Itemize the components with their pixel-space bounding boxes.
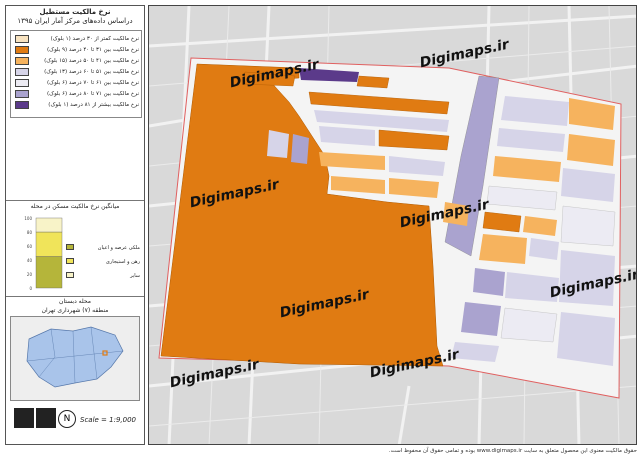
legend-panel: نرخ مالکیت مستطیل دراساس داده‌های مرکز آ… [5,5,145,445]
y-tick-label: 20 [27,272,33,277]
legend-swatch [15,35,29,43]
y-tick-label: 40 [27,258,33,263]
chart-legend-swatch [66,244,74,250]
map-frame[interactable]: Digimaps.ir Digimaps.ir Digimaps.ir Digi… [148,5,637,445]
north-arrow-icon: N [58,410,76,428]
map-subtitle: دراساس داده‌های مرکز آمار ایران ۱۳۹۵ [17,17,133,25]
tehran-inset [26,326,124,388]
divider [6,296,144,297]
ownership-block[interactable] [356,75,390,89]
ownership-block[interactable] [557,312,615,366]
y-tick-label: 0 [29,286,32,291]
chart-legend-label: سایر [130,273,140,279]
legend-label: نرخ مالکیت بین ۴۱ تا ۵۰ درصد (۱۵ بلوک) [44,58,139,64]
chart-legend-swatch [66,272,74,278]
divider [6,200,144,201]
qr-code [14,408,34,428]
ownership-block[interactable] [500,307,558,343]
ownership-chart: 0 20 40 60 80 100 [24,216,63,291]
bar-segment [35,256,63,289]
legend-item: نرخ مالکیت بین ۵۱ تا ۶۰ درصد (۱۳ بلوک) [15,68,139,77]
place-name: محله دبستان [59,298,91,305]
legend-item: نرخ مالکیت بین ۳۱ تا ۴۰ درصد (۹ بلوک) [15,46,139,55]
legend-swatch [15,101,29,109]
chart-legend-label: رهن و استیجاری [105,259,140,265]
legend-item: نرخ مالکیت کمتر از ۳۰ درصد (۱ بلوک) [15,35,139,44]
legend-label: نرخ مالکیت بین ۵۱ تا ۶۰ درصد (۱۳ بلوک) [44,69,139,75]
legend-item: نرخ مالکیت بین ۶۱ تا ۷۰ درصد (۶ بلوک) [15,79,139,88]
legend-item: نرخ مالکیت بین ۴۱ تا ۵۰ درصد (۱۵ بلوک) [15,57,139,66]
chart-title: میانگین نرخ مالکیت مسکن در محله [30,203,120,210]
ownership-block[interactable] [473,268,505,296]
y-tick-label: 60 [27,244,33,249]
bar-segment [35,231,63,257]
legend-swatch [15,79,29,87]
ownership-block[interactable] [561,168,615,202]
copyright-footer: حقوق مالکیت معنوی این محصول متعلق به سای… [388,448,637,454]
legend-swatch [15,57,29,65]
place-region: منطقه (۷) شهرداری تهران [41,307,109,314]
ownership-block[interactable] [461,302,501,336]
legend-item: نرخ مالکیت بین ۷۱ تا ۸۰ درصد (۶ بلوک) [15,90,139,99]
chart-legend-item: رهن و استیجاری [66,258,140,267]
legend-label: نرخ مالکیت بین ۶۱ تا ۷۰ درصد (۶ بلوک) [47,80,139,86]
ownership-block[interactable] [291,134,309,164]
legend-label: نرخ مالکیت بیشتر از ۸۱ درصد (۱ بلوک) [48,102,139,108]
legend-label: نرخ مالکیت کمتر از ۳۰ درصد (۱ بلوک) [50,36,139,42]
bar-segment [35,217,63,233]
ownership-block[interactable] [267,130,289,158]
legend-item: نرخ مالکیت بیشتر از ۸۱ درصد (۱ بلوک) [15,101,139,110]
chart-legend-label: ملکی عرصه و اعیان [97,245,140,251]
scale-label: Scale = 1:9,000 [80,416,136,424]
legend-swatch [15,46,29,54]
qr-code [36,408,56,428]
ownership-block[interactable] [560,205,616,247]
inset-map [10,316,140,401]
legend-label: نرخ مالکیت بین ۷۱ تا ۸۰ درصد (۶ بلوک) [47,91,139,97]
map-title: نرخ مالکیت مستطیل [39,8,111,16]
legend-label: نرخ مالکیت بین ۳۱ تا ۴۰ درصد (۹ بلوک) [47,47,139,53]
chart-legend-item: ملکی عرصه و اعیان [66,244,140,253]
chart-legend-item: سایر [66,272,140,281]
y-tick-label: 100 [24,216,32,221]
legend-swatch [15,90,29,98]
legend-box: نرخ مالکیت کمتر از ۳۰ درصد (۱ بلوک) نرخ … [10,30,142,118]
chart-legend-swatch [66,258,74,264]
y-tick-label: 80 [27,230,33,235]
ownership-block[interactable] [479,234,527,264]
legend-swatch [15,68,29,76]
